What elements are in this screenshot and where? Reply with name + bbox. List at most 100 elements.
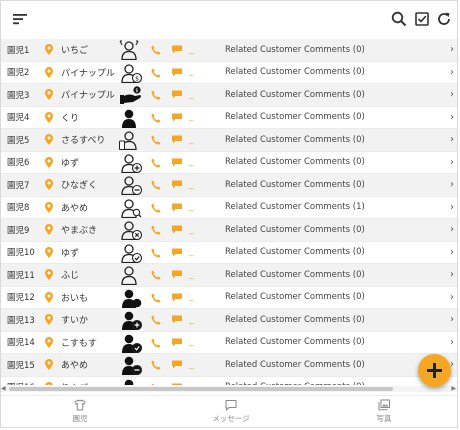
checkbox-icon[interactable] [413,10,431,28]
list-item[interactable]: 園児11 ふじ _ Related Customer Comments (0) › [1,264,457,287]
list-item[interactable]: 園児6 ゆず _ Related Customer Comments (0) › [1,152,457,174]
phone-icon[interactable] [151,135,161,145]
phone-icon[interactable] [151,338,161,348]
chat-icon[interactable] [172,270,182,279]
chat-icon[interactable] [172,203,182,212]
add-button[interactable] [418,354,451,387]
list-item[interactable]: 園児16りんご_Related Customer Comments (0)› [1,377,457,386]
related-comments-link[interactable]: Related Customer Comments (0) [225,112,365,122]
chevron-right-icon[interactable]: › [450,314,454,325]
related-comments-link[interactable]: Related Customer Comments (0) [225,315,365,325]
location-pin-icon[interactable] [45,134,53,145]
location-pin-icon[interactable] [45,156,53,168]
phone-icon[interactable] [151,383,161,386]
phone-icon[interactable] [151,113,161,123]
related-comments-link[interactable]: Related Customer Comments (0) [225,382,365,385]
chevron-right-icon[interactable]: › [450,157,454,168]
chevron-right-icon[interactable]: › [450,89,454,100]
phone-icon[interactable] [151,360,161,370]
chat-icon[interactable] [172,225,182,234]
chat-icon[interactable] [172,135,182,144]
chat-icon[interactable] [172,68,182,77]
location-pin-icon[interactable] [45,66,53,78]
chat-icon[interactable] [172,45,182,54]
related-comments-link[interactable]: Related Customer Comments (0) [225,337,365,347]
chat-icon[interactable] [172,338,182,347]
phone-icon[interactable] [151,225,161,235]
phone-icon[interactable] [151,270,161,280]
search-icon[interactable] [390,10,408,28]
related-comments-link[interactable]: Related Customer Comments (0) [225,45,365,55]
related-comments-link[interactable]: Related Customer Comments (1) [225,202,365,212]
chevron-right-icon[interactable]: › [450,247,454,258]
phone-icon[interactable] [151,158,161,168]
chat-icon[interactable] [172,90,182,99]
location-pin-icon[interactable] [45,269,53,280]
related-comments-link[interactable]: Related Customer Comments (0) [225,157,365,167]
chevron-right-icon[interactable]: › [450,337,454,348]
location-pin-icon[interactable] [45,201,53,213]
list-item[interactable]: 園児5 さるすべり _ Related Customer Comments (0) › [1,129,457,152]
chevron-right-icon[interactable]: › [450,44,454,55]
list-item[interactable]: 園児4 くり _ Related Customer Comments (0) › [1,107,457,129]
chat-icon[interactable] [172,180,182,189]
location-pin-icon[interactable] [45,336,53,348]
chevron-right-icon[interactable]: › [450,112,454,123]
related-comments-link[interactable]: Related Customer Comments (0) [225,225,365,235]
related-comments-link[interactable]: Related Customer Comments (0) [225,270,365,280]
nav-photos[interactable]: 写真 [344,399,424,424]
horizontal-scrollbar[interactable]: ◀ ▶ [1,386,457,392]
list-item[interactable]: 園児3 パイナップル $ _ Related Customer Comments (0)… [1,84,457,107]
location-pin-icon[interactable] [45,291,53,303]
refresh-icon[interactable] [435,10,453,28]
phone-icon[interactable] [151,248,161,258]
chevron-right-icon[interactable]: › [450,202,454,213]
phone-icon[interactable] [151,90,161,100]
list-item[interactable]: 園児1 いちご _ Related Customer Comments (0) › [1,39,457,62]
related-comments-link[interactable]: Related Customer Comments (0) [225,67,365,77]
list-item[interactable]: 園児15 あやめ _ Related Customer Comments (0) › [1,354,457,377]
phone-icon[interactable] [151,293,161,303]
chevron-right-icon[interactable]: › [450,292,454,303]
list-item[interactable]: 園児13 すいか _ Related Customer Comments (0) › [1,309,457,332]
chat-icon[interactable] [172,113,182,122]
chat-icon[interactable] [172,315,182,324]
nav-messages[interactable]: メッセージ [191,399,271,424]
location-pin-icon[interactable] [45,359,53,370]
chat-icon[interactable] [172,360,182,369]
phone-icon[interactable] [151,180,161,190]
chevron-right-icon[interactable]: › [450,224,454,235]
related-comments-link[interactable]: Related Customer Comments (0) [225,360,365,370]
chevron-right-icon[interactable]: › [450,269,454,280]
chat-icon[interactable] [172,293,182,302]
related-comments-link[interactable]: Related Customer Comments (0) [225,247,365,257]
list-item[interactable]: 園児2 パイナップル $ _ Related Customer Comments (0)… [1,62,457,84]
related-comments-link[interactable]: Related Customer Comments (0) [225,90,365,100]
scrollbar-thumb[interactable] [9,387,393,391]
list-item[interactable]: 園児10 ゆず _ Related Customer Comments (0) › [1,242,457,264]
location-pin-icon[interactable] [45,179,53,190]
phone-icon[interactable] [151,68,161,78]
list-item[interactable]: 園児9 やまぶき _ Related Customer Comments (0) › [1,219,457,242]
phone-icon[interactable] [151,45,161,55]
chevron-right-icon[interactable]: › [450,134,454,145]
nav-children[interactable]: 園児 [40,399,120,424]
scroll-left-arrow-icon[interactable]: ◀ [1,386,6,392]
list-item[interactable]: 園児7 ひなぎく _ Related Customer Comments (0) › [1,174,457,197]
related-comments-link[interactable]: Related Customer Comments (0) [225,135,365,145]
chat-icon[interactable] [172,383,182,386]
list-item[interactable]: 園児14 こすもす _ Related Customer Comments (0) › [1,332,457,354]
location-pin-icon[interactable] [45,44,53,55]
location-pin-icon[interactable] [45,381,53,386]
location-pin-icon[interactable] [45,224,53,235]
phone-icon[interactable] [151,315,161,325]
sort-menu-icon[interactable] [11,10,29,28]
list-item[interactable]: 園児12 おいも _ Related Customer Comments (0) › [1,287,457,309]
scroll-right-arrow-icon[interactable]: ▶ [451,386,456,392]
chevron-right-icon[interactable]: › [450,179,454,190]
location-pin-icon[interactable] [45,246,53,258]
phone-icon[interactable] [151,203,161,213]
location-pin-icon[interactable] [45,314,53,325]
chevron-right-icon[interactable]: › [450,67,454,78]
chat-icon[interactable] [172,248,182,257]
